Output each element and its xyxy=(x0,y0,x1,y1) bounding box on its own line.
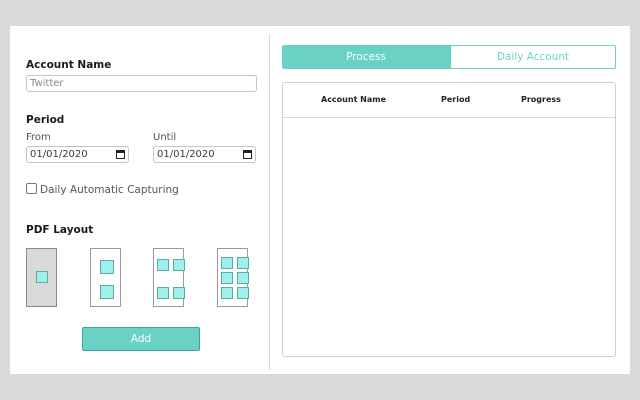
pdf-layout-6-option[interactable] xyxy=(217,248,249,307)
page-square-icon xyxy=(100,285,114,299)
column-header-period: Period xyxy=(441,95,471,104)
pdf-layout-label: PDF Layout xyxy=(26,224,94,236)
page-square-icon xyxy=(221,272,233,284)
until-date-value: 01/01/2020 xyxy=(157,149,215,160)
daily-capture-checkbox[interactable] xyxy=(26,183,37,194)
process-table: Account Name Period Progress xyxy=(282,82,616,357)
page-square-icon xyxy=(173,259,185,271)
account-name-label: Account Name xyxy=(26,59,112,71)
from-label: From xyxy=(26,132,51,143)
page-square-icon xyxy=(237,257,249,269)
pdf-layout-4-option[interactable] xyxy=(153,248,185,307)
main-card: Account Name Twitter Period From Until 0… xyxy=(10,26,630,374)
page-square-icon xyxy=(221,257,233,269)
from-date-input[interactable]: 01/01/2020 xyxy=(26,146,129,163)
calendar-icon[interactable] xyxy=(243,150,252,159)
page-square-icon xyxy=(157,287,169,299)
account-name-input[interactable]: Twitter xyxy=(26,75,257,92)
page-square-icon xyxy=(221,287,233,299)
period-label: Period xyxy=(26,114,65,126)
page-square-icon xyxy=(237,272,249,284)
page-square-icon xyxy=(173,287,185,299)
table-header: Account Name Period Progress xyxy=(283,83,615,118)
daily-capture-label: Daily Automatic Capturing xyxy=(40,184,179,196)
tab-daily-account[interactable]: Daily Account xyxy=(450,45,616,69)
page-square-icon xyxy=(237,287,249,299)
calendar-icon[interactable] xyxy=(116,150,125,159)
page-square-icon xyxy=(100,260,114,274)
until-date-input[interactable]: 01/01/2020 xyxy=(153,146,256,163)
daily-capture-row[interactable]: Daily Automatic Capturing xyxy=(26,183,179,196)
page-square-icon xyxy=(157,259,169,271)
from-date-value: 01/01/2020 xyxy=(30,149,88,160)
tab-process[interactable]: Process xyxy=(282,45,450,69)
pdf-layout-2-option[interactable] xyxy=(90,248,121,307)
until-label: Until xyxy=(153,132,177,143)
pdf-layout-1-option[interactable] xyxy=(26,248,57,307)
column-header-progress: Progress xyxy=(521,95,561,104)
panel-divider xyxy=(269,34,270,370)
column-header-account-name: Account Name xyxy=(321,95,387,104)
add-button[interactable]: Add xyxy=(82,327,200,351)
page-square-icon xyxy=(36,271,48,283)
